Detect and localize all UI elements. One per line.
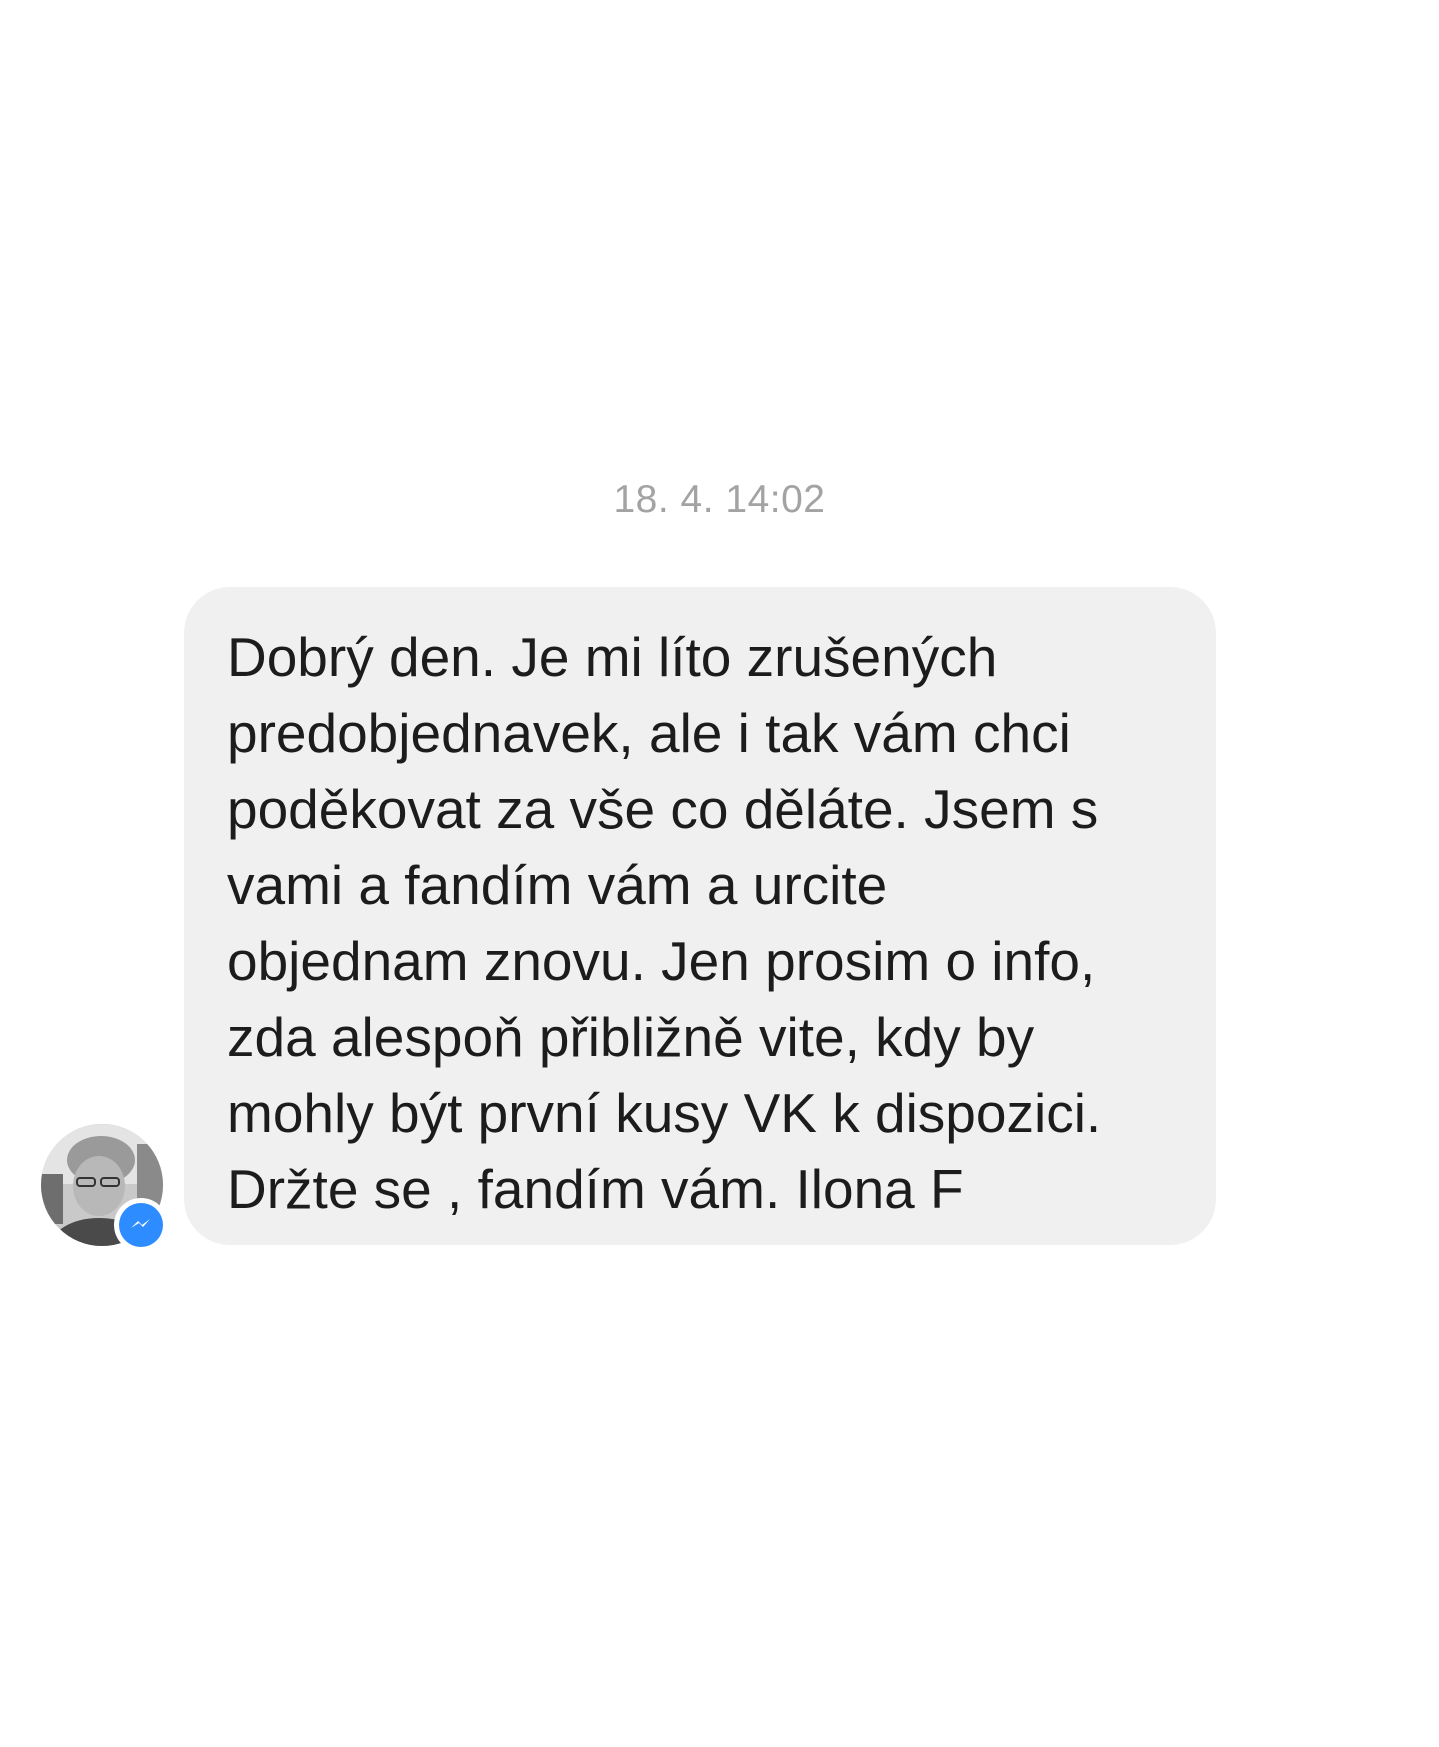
message-line: predobjednavek, ale i tak vám chci — [227, 702, 1071, 764]
message-line: vami a fandím vám a urcite — [227, 854, 888, 916]
message-line: Dobrý den. Je mi líto zrušených — [227, 626, 998, 688]
messenger-badge — [114, 1198, 168, 1252]
message-line: zda alespoň přibližně vite, kdy by — [227, 1006, 1035, 1068]
message-bubble[interactable]: Dobrý den. Je mi líto zrušených predobje… — [184, 587, 1216, 1245]
message-line: Držte se , fandím vám. Ilona F — [227, 1158, 964, 1220]
message-timestamp: 18. 4. 14:02 — [613, 478, 826, 521]
message-line: poděkovat za vše co děláte. Jsem s — [227, 778, 1099, 840]
message-line: objednam znovu. Jen prosim o info, — [227, 930, 1096, 992]
messenger-icon — [119, 1203, 163, 1247]
message-line: mohly být první kusy VK k dispozici. — [227, 1082, 1102, 1144]
